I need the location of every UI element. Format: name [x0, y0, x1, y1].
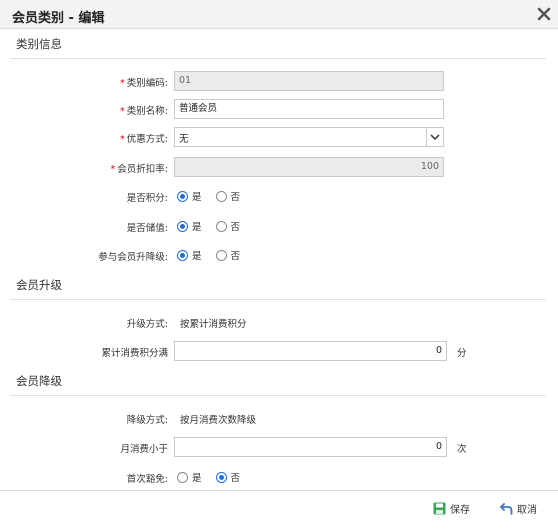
form-row-upgrade-threshold: 累计消费积分满 0 分: [0, 340, 558, 362]
cancel-label: 取消: [517, 505, 537, 516]
form-row-level-change: 参与会员升降级: 是 否: [0, 244, 558, 266]
discount-rate-label: 会员折扣率:: [117, 164, 168, 175]
form-row-code: * 类别编码: 01: [0, 70, 558, 92]
required-mark: *: [120, 134, 125, 145]
section-divider: [10, 395, 546, 396]
downgrade-threshold-unit: 次: [457, 444, 467, 455]
save-icon: [433, 502, 446, 515]
upgrade-method-label: 升级方式:: [126, 319, 168, 330]
stored-value-no-radio[interactable]: [215, 220, 227, 232]
section-title-upgrade: 会员升级: [16, 278, 62, 292]
stored-value-radio-group: 是 否: [177, 219, 251, 233]
form-row-stored-value: 是否储值: 是 否: [0, 215, 558, 237]
points-yes-radio[interactable]: [177, 190, 188, 202]
dialog-footer: 保存 取消: [0, 490, 558, 530]
upgrade-method-value: 按累计消费积分: [180, 319, 247, 330]
save-button[interactable]: 保存: [433, 501, 470, 519]
form-row-name: * 类别名称: 普通会员: [0, 98, 558, 120]
upgrade-threshold-label: 累计消费积分满: [101, 348, 168, 359]
level-change-no-radio[interactable]: [215, 249, 227, 261]
section-title-category: 类别信息: [16, 37, 62, 51]
discount-method-select[interactable]: 无: [174, 127, 444, 147]
upgrade-threshold-unit: 分: [457, 348, 467, 359]
level-change-yes-radio[interactable]: [177, 249, 188, 261]
discount-method-value: 无: [179, 134, 189, 145]
points-label: 是否积分:: [126, 193, 168, 204]
section-divider: [10, 299, 546, 300]
first-exempt-radio-group: 是 否: [177, 470, 251, 484]
close-icon[interactable]: [536, 6, 552, 22]
chevron-down-icon[interactable]: [426, 128, 443, 146]
form-row-downgrade-method: 降级方式: 按月消费次数降级: [0, 407, 558, 429]
form-row-first-exempt: 首次豁免: 是 否: [0, 466, 558, 488]
undo-icon: [500, 503, 513, 515]
form-row-downgrade-threshold: 月消费小于 0 次: [0, 436, 558, 458]
code-field[interactable]: 01: [174, 71, 444, 91]
required-mark: *: [120, 78, 125, 89]
stored-value-yes-radio[interactable]: [177, 220, 188, 232]
required-mark: *: [110, 164, 116, 175]
cancel-button[interactable]: 取消: [500, 501, 537, 519]
discount-method-label: 优惠方式:: [126, 134, 168, 145]
downgrade-method-label: 降级方式:: [126, 415, 168, 426]
points-radio-group: 是 否: [177, 189, 251, 203]
dialog-title: 会员类别 - 编辑: [12, 11, 105, 26]
code-label: 类别编码:: [126, 78, 168, 89]
upgrade-threshold-field[interactable]: 0: [174, 341, 447, 361]
stored-value-label: 是否储值:: [126, 223, 168, 234]
downgrade-method-value: 按月消费次数降级: [180, 415, 257, 426]
required-mark: *: [120, 106, 125, 117]
first-exempt-label: 首次豁免:: [126, 474, 168, 485]
points-no-radio[interactable]: [215, 190, 227, 202]
form-row-discount-rate: * 会员折扣率: 100: [0, 156, 558, 178]
level-change-label: 参与会员升降级:: [98, 252, 168, 263]
section-divider: [10, 58, 546, 59]
section-title-downgrade: 会员降级: [16, 374, 62, 388]
name-field[interactable]: 普通会员: [174, 99, 444, 119]
save-label: 保存: [450, 505, 470, 516]
discount-rate-field[interactable]: 100: [174, 157, 444, 177]
level-change-radio-group: 是 否: [177, 248, 251, 262]
first-exempt-no-radio[interactable]: [215, 471, 227, 483]
first-exempt-yes-radio[interactable]: [177, 471, 188, 483]
name-label: 类别名称:: [126, 106, 168, 117]
downgrade-threshold-field[interactable]: 0: [174, 437, 447, 457]
form-row-points: 是否积分: 是 否: [0, 185, 558, 207]
dialog-titlebar: 会员类别 - 编辑: [0, 0, 558, 29]
form-row-discount-method: * 优惠方式: 无: [0, 126, 558, 148]
form-row-upgrade-method: 升级方式: 按累计消费积分: [0, 311, 558, 333]
downgrade-threshold-label: 月消费小于: [120, 444, 168, 455]
